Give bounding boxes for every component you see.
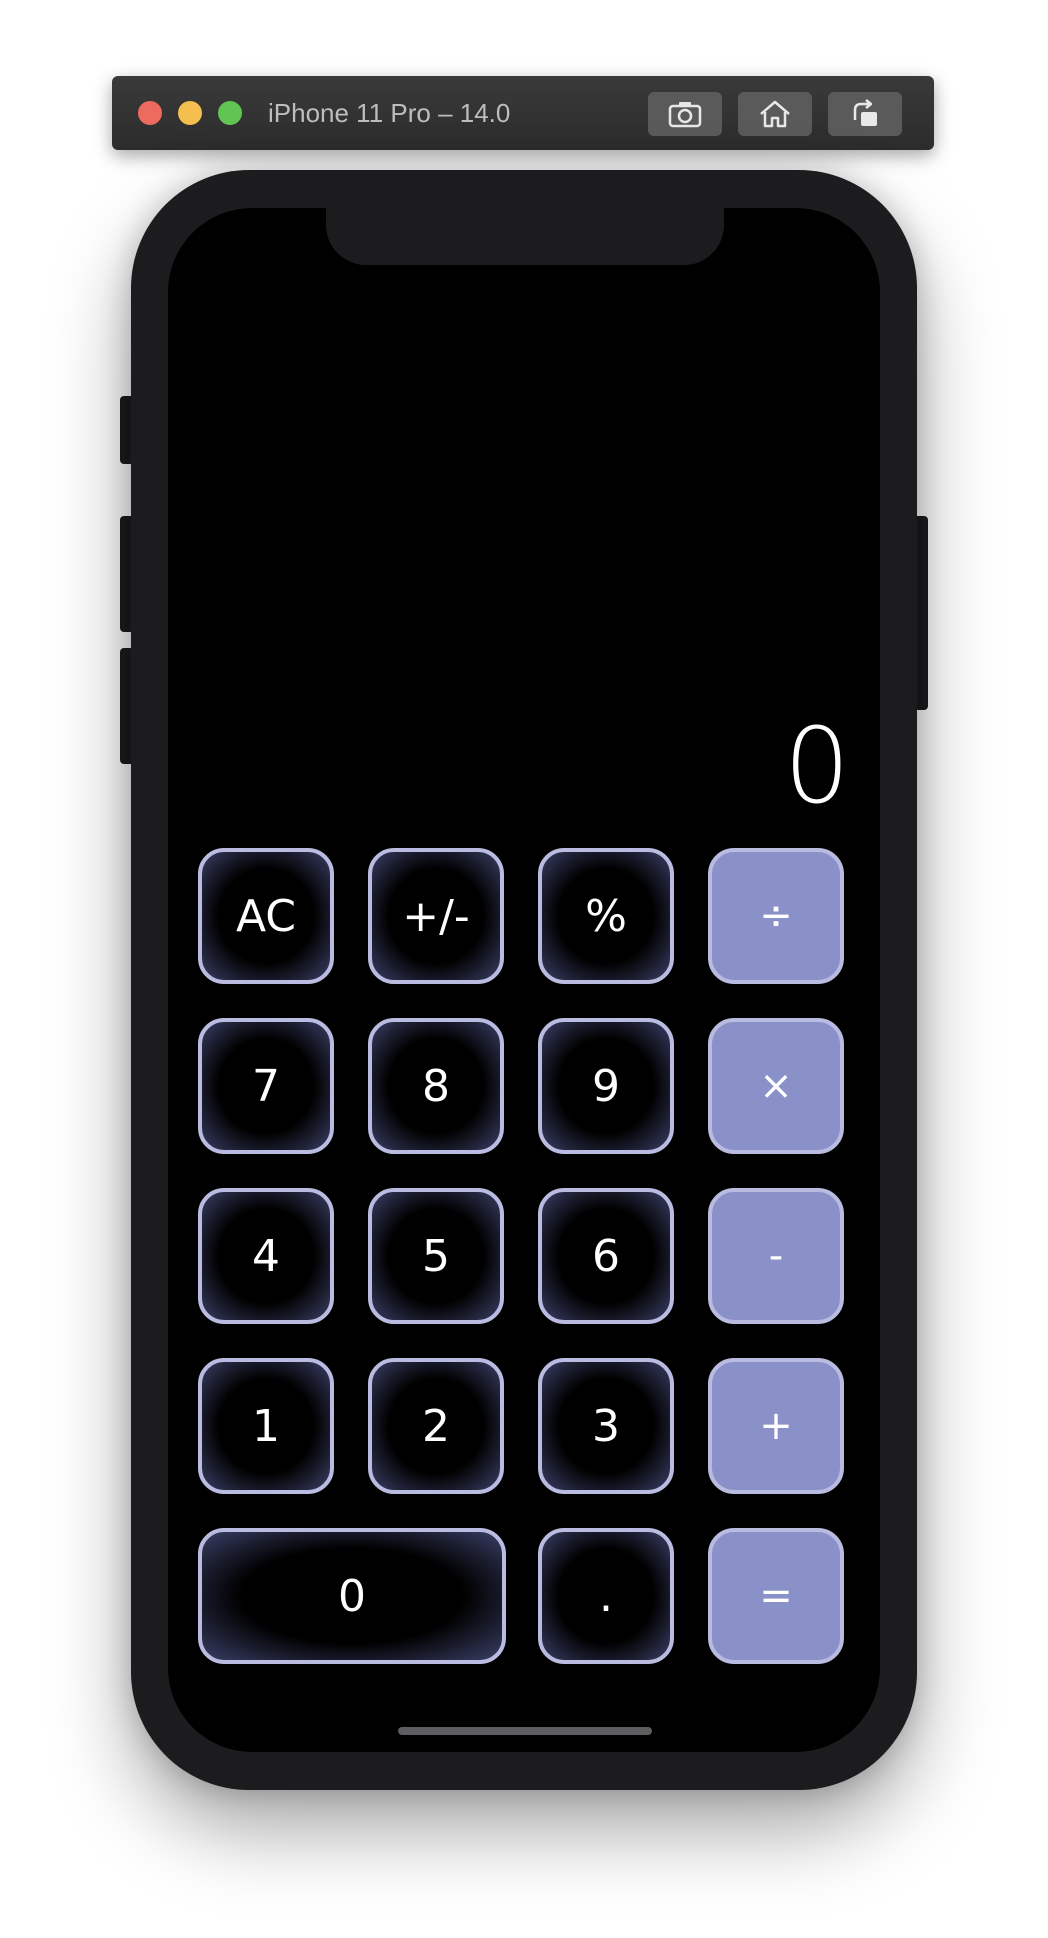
ac-button[interactable]: AC <box>198 848 334 984</box>
divide-button[interactable]: ÷ <box>708 848 844 984</box>
digit-3-button[interactable]: 3 <box>538 1358 674 1494</box>
phone-screen: 0 AC +/- % ÷ 7 8 9 × 4 5 6 - 1 2 3 + 0 .… <box>168 208 880 1752</box>
simulator-title-bar: iPhone 11 Pro – 14.0 <box>112 76 934 150</box>
digit-9-button[interactable]: 9 <box>538 1018 674 1154</box>
subtract-button[interactable]: - <box>708 1188 844 1324</box>
digit-8-button[interactable]: 8 <box>368 1018 504 1154</box>
add-button[interactable]: + <box>708 1358 844 1494</box>
equals-button[interactable]: = <box>708 1528 844 1664</box>
rotate-button[interactable] <box>828 92 902 136</box>
sign-toggle-button[interactable]: +/- <box>368 848 504 984</box>
rotate-icon <box>853 99 877 126</box>
notch <box>326 208 724 265</box>
percent-button[interactable]: % <box>538 848 674 984</box>
minimize-window-button[interactable] <box>178 101 202 125</box>
home-button[interactable] <box>738 92 812 136</box>
screenshot-button[interactable] <box>648 92 722 136</box>
digit-5-button[interactable]: 5 <box>368 1188 504 1324</box>
decimal-button[interactable]: . <box>538 1528 674 1664</box>
digit-2-button[interactable]: 2 <box>368 1358 504 1494</box>
digit-1-button[interactable]: 1 <box>198 1358 334 1494</box>
digit-0-button[interactable]: 0 <box>198 1528 506 1664</box>
digit-6-button[interactable]: 6 <box>538 1188 674 1324</box>
screenshot-icon <box>668 102 702 128</box>
multiply-button[interactable]: × <box>708 1018 844 1154</box>
home-indicator[interactable] <box>398 1727 652 1735</box>
simulator-title: iPhone 11 Pro – 14.0 <box>268 98 511 128</box>
calculator-display: 0 <box>783 705 850 827</box>
maximize-window-button[interactable] <box>218 101 242 125</box>
home-icon <box>760 100 790 128</box>
digit-4-button[interactable]: 4 <box>198 1188 334 1324</box>
digit-7-button[interactable]: 7 <box>198 1018 334 1154</box>
close-window-button[interactable] <box>138 101 162 125</box>
